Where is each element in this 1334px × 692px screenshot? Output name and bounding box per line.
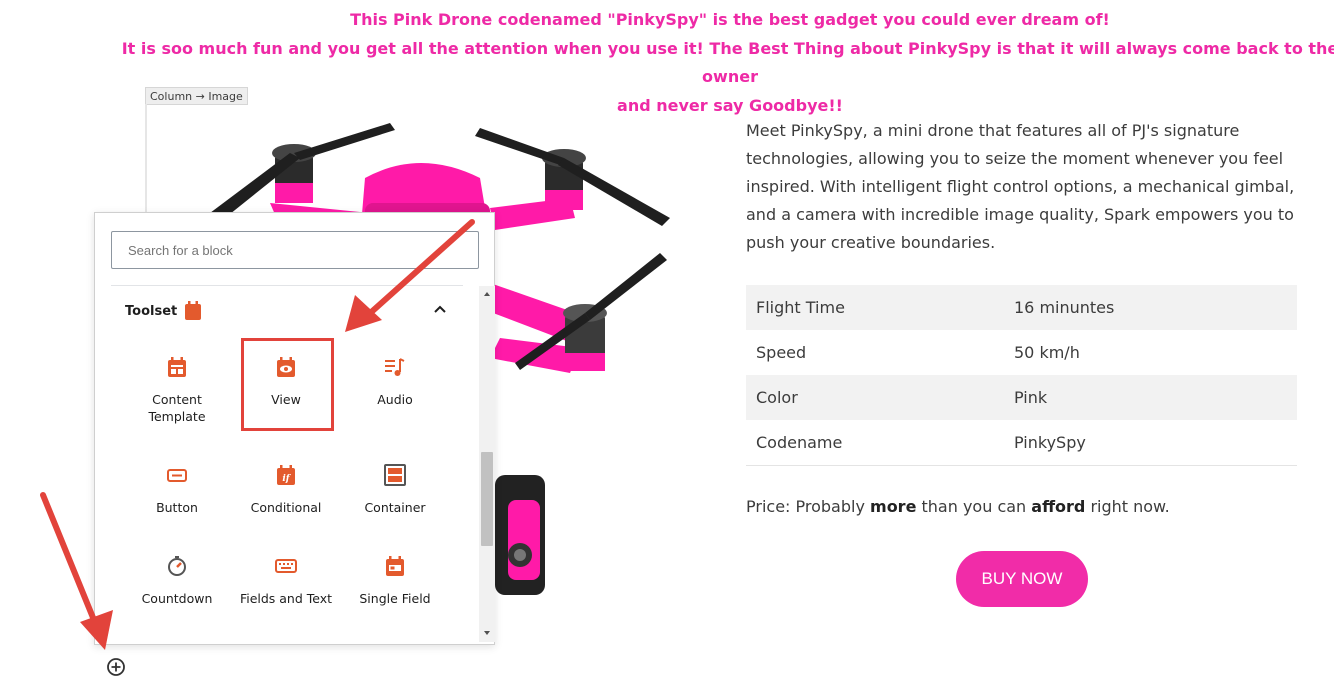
image-block-outline (145, 104, 147, 214)
toolset-category-header[interactable]: Toolset (125, 299, 202, 323)
spec-label: Color (746, 375, 1004, 420)
fields-and-text-icon (275, 559, 297, 573)
view-block-highlight (241, 338, 334, 431)
product-description: Meet PinkySpy, a mini drone that feature… (746, 121, 1295, 252)
price-bold-more: more (870, 497, 917, 516)
add-block-icon[interactable] (106, 657, 126, 677)
conditional-icon: if (277, 465, 295, 485)
buy-now-button[interactable]: BUY NOW (956, 551, 1088, 607)
headline-line-2: It is soo much fun and you get all the a… (121, 38, 1334, 87)
block-breadcrumb[interactable]: Column → Image (145, 87, 248, 105)
table-row: Speed 50 km/h (746, 330, 1297, 375)
toolset-icon (185, 301, 202, 320)
block-conditional[interactable]: if Conditional (232, 463, 340, 516)
block-label: Conditional (250, 500, 322, 515)
table-row: Flight Time 16 minuntes (746, 285, 1297, 330)
divider (111, 285, 463, 286)
price-middle: than you can (916, 497, 1032, 516)
block-label: Countdown (141, 591, 213, 606)
product-headline: This Pink Drone codenamed "PinkySpy" is … (120, 6, 1334, 120)
chevron-up-icon[interactable] (431, 301, 449, 319)
price-prefix: Price: Probably (746, 497, 871, 516)
block-search-input[interactable] (111, 231, 479, 269)
scrollbar-thumb[interactable] (481, 452, 493, 546)
spec-label: Speed (756, 343, 807, 362)
countdown-icon (168, 556, 186, 576)
container-icon (384, 464, 406, 486)
spec-table: Flight Time 16 minuntes Speed 50 km/h Co… (746, 285, 1297, 466)
price-text: Price: Probably more than you can afford… (746, 497, 1170, 516)
block-label: Button (156, 500, 198, 515)
single-field-icon (386, 556, 404, 576)
price-bold-afford: afford (1031, 497, 1086, 516)
block-container[interactable]: Container (341, 463, 449, 516)
block-label: Container (364, 500, 426, 515)
audio-icon (385, 358, 405, 376)
block-content-template[interactable]: Content Template (123, 355, 231, 425)
controller-image (495, 475, 545, 595)
spec-label: Flight Time (746, 285, 1004, 330)
block-label: Content Template (148, 392, 206, 424)
block-single-field[interactable]: Single Field (341, 554, 449, 607)
spec-value: 50 km/h (1014, 343, 1080, 362)
button-icon (167, 469, 187, 482)
table-row: Color Pink (746, 375, 1297, 420)
spec-value: PinkySpy (1004, 420, 1297, 466)
table-row: Codename PinkySpy (746, 420, 1297, 466)
headline-line-1: This Pink Drone codenamed "PinkySpy" is … (350, 10, 1110, 29)
spec-value: 16 minuntes (1004, 285, 1297, 330)
block-audio[interactable]: Audio (341, 355, 449, 408)
spec-label: Codename (746, 420, 1004, 466)
content-template-icon (168, 357, 186, 377)
price-suffix: right now. (1085, 497, 1170, 516)
block-countdown[interactable]: Countdown (123, 554, 231, 607)
block-label: Single Field (359, 591, 431, 606)
spec-value: Pink (1004, 375, 1297, 420)
block-button[interactable]: Button (123, 463, 231, 516)
block-fields-and-text[interactable]: Fields and Text (232, 554, 340, 607)
category-label: Toolset (125, 303, 178, 319)
block-label: Audio (377, 392, 413, 407)
block-label: Fields and Text (239, 591, 333, 606)
